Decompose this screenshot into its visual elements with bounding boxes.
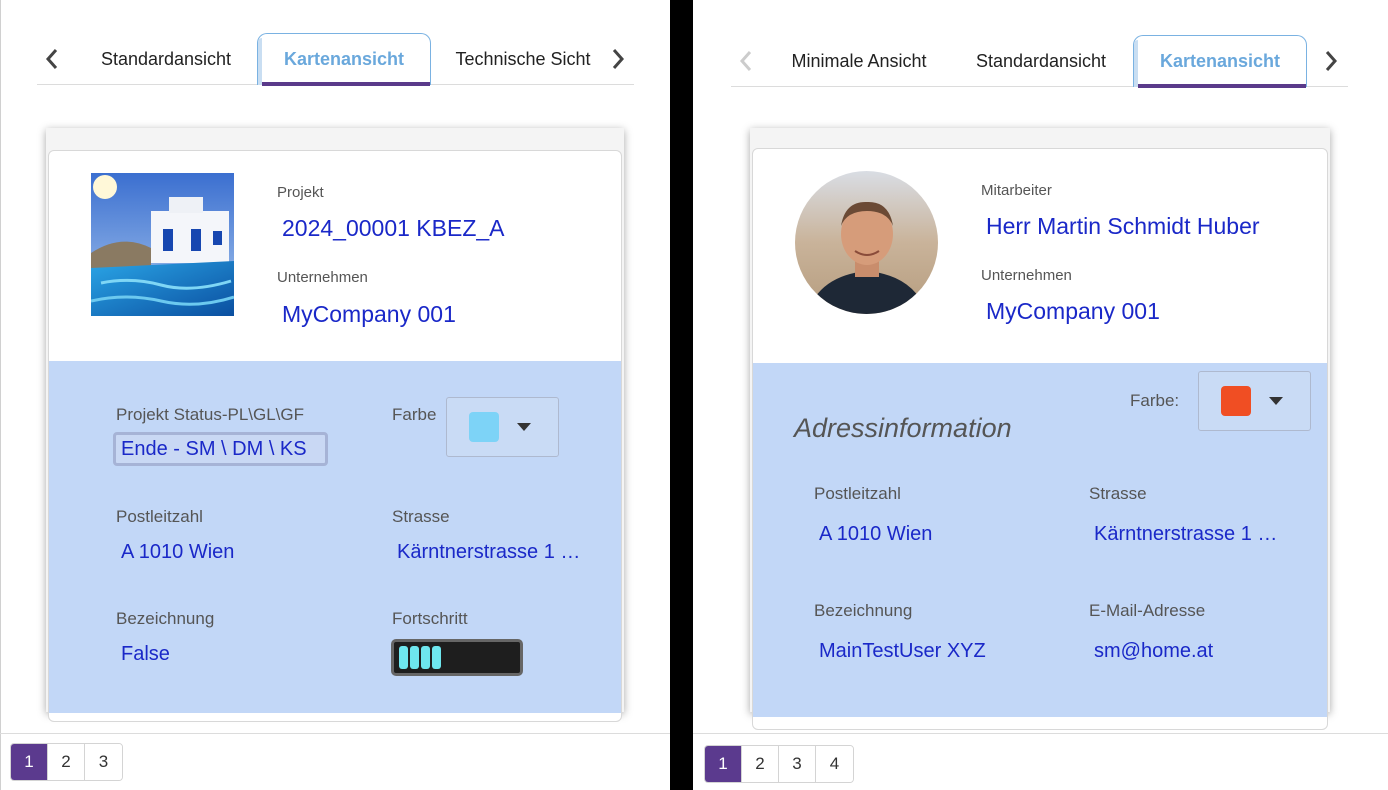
pagination: 123 [10, 743, 123, 781]
tab-kartenansicht[interactable]: Kartenansicht [1133, 35, 1307, 88]
color-swatch [1221, 386, 1251, 416]
address-section: Farbe: Adressinformation Postleitzahl A … [753, 363, 1327, 717]
employee-value[interactable]: Herr Martin Schmidt Huber [986, 213, 1260, 240]
tab-scroll-left-button[interactable] [731, 35, 761, 87]
card-body: Projekt 2024_00001 KBEZ_A Unternehmen My… [48, 150, 622, 722]
color-select[interactable] [446, 397, 559, 457]
company-value[interactable]: MyCompany 001 [282, 301, 456, 328]
description-label: Bezeichnung [116, 609, 215, 628]
progress-bar [391, 639, 523, 676]
tab-technische-sicht[interactable]: Technische Sicht [447, 33, 599, 85]
company-value[interactable]: MyCompany 001 [986, 298, 1160, 325]
page-button-3[interactable]: 3 [85, 744, 122, 780]
color-label: Farbe: [1130, 391, 1180, 410]
color-label: Farbe [392, 405, 437, 424]
tab-standardansicht[interactable]: Standardansicht [961, 35, 1121, 87]
zip-value[interactable]: A 1010 Wien [819, 523, 1019, 546]
zip-label: Postleitzahl [814, 484, 901, 503]
dropdown-caret-icon [1269, 397, 1283, 405]
progress-segment [421, 646, 430, 669]
company-label: Unternehmen [277, 269, 368, 286]
progress-fill [399, 646, 441, 669]
page-button-1[interactable]: 1 [11, 744, 48, 780]
project-label: Projekt [277, 184, 324, 201]
right-panel: Minimale Ansicht Standardansicht Kartena… [693, 0, 1388, 790]
progress-segment [410, 646, 419, 669]
company-label: Unternehmen [981, 267, 1072, 284]
section-title: Adressinformation [794, 413, 1012, 443]
footer-divider [0, 733, 670, 734]
tab-minimale-ansicht[interactable]: Minimale Ansicht [781, 35, 937, 87]
color-select[interactable] [1198, 371, 1311, 431]
tab-scroll-right-button[interactable] [1316, 35, 1346, 87]
tab-scroll-right-button[interactable] [603, 33, 633, 85]
status-label: Projekt Status-PL\GL\GF [116, 405, 305, 424]
footer-divider [693, 733, 1388, 734]
chevron-left-icon [45, 49, 58, 69]
dropdown-caret-icon [517, 423, 531, 431]
card-body: Mitarbeiter Herr Martin Schmidt Huber Un… [752, 148, 1328, 730]
tab-bar: Minimale Ansicht Standardansicht Kartena… [731, 35, 1348, 88]
page-button-1[interactable]: 1 [705, 746, 742, 782]
page-button-2[interactable]: 2 [742, 746, 779, 782]
chevron-right-icon [1325, 51, 1338, 71]
page-button-2[interactable]: 2 [48, 744, 85, 780]
employee-avatar [795, 171, 938, 314]
page-button-4[interactable]: 4 [816, 746, 853, 782]
description-label: Bezeichnung [814, 601, 913, 620]
progress-segment [432, 646, 441, 669]
project-card: Projekt 2024_00001 KBEZ_A Unternehmen My… [46, 128, 624, 722]
description-value[interactable]: False [121, 643, 170, 666]
email-label: E-Mail-Adresse [1089, 601, 1206, 620]
page-button-3[interactable]: 3 [779, 746, 816, 782]
tab-scroll-left-button[interactable] [37, 33, 67, 85]
description-value[interactable]: MainTestUser XYZ [819, 640, 986, 663]
tab-kartenansicht[interactable]: Kartenansicht [257, 33, 431, 86]
street-label: Strasse [392, 507, 450, 526]
chevron-right-icon [612, 49, 625, 69]
zip-label: Postleitzahl [116, 507, 203, 526]
street-value[interactable]: Kärntnerstrasse 1 … [397, 541, 597, 564]
progress-label: Fortschritt [392, 609, 468, 628]
street-value[interactable]: Kärntnerstrasse 1 … [1094, 523, 1292, 546]
employee-label: Mitarbeiter [981, 182, 1052, 199]
status-input[interactable]: Ende - SM \ DM \ KS [113, 432, 328, 466]
details-section: Projekt Status-PL\GL\GF Ende - SM \ DM \… [49, 361, 621, 713]
project-value[interactable]: 2024_00001 KBEZ_A [282, 215, 505, 242]
street-label: Strasse [1089, 484, 1147, 503]
tab-bar: Standardansicht Kartenansicht Technische… [37, 33, 634, 86]
left-panel: Standardansicht Kartenansicht Technische… [0, 0, 670, 790]
color-swatch [469, 412, 499, 442]
project-image [91, 173, 234, 316]
pagination: 1234 [704, 745, 854, 783]
employee-card: Mitarbeiter Herr Martin Schmidt Huber Un… [750, 128, 1330, 730]
panel-border [0, 0, 1, 790]
progress-segment [399, 646, 408, 669]
email-value[interactable]: sm@home.at [1094, 640, 1213, 663]
zip-value[interactable]: A 1010 Wien [121, 541, 301, 564]
tab-standardansicht[interactable]: Standardansicht [87, 33, 245, 85]
chevron-left-icon [739, 51, 752, 71]
